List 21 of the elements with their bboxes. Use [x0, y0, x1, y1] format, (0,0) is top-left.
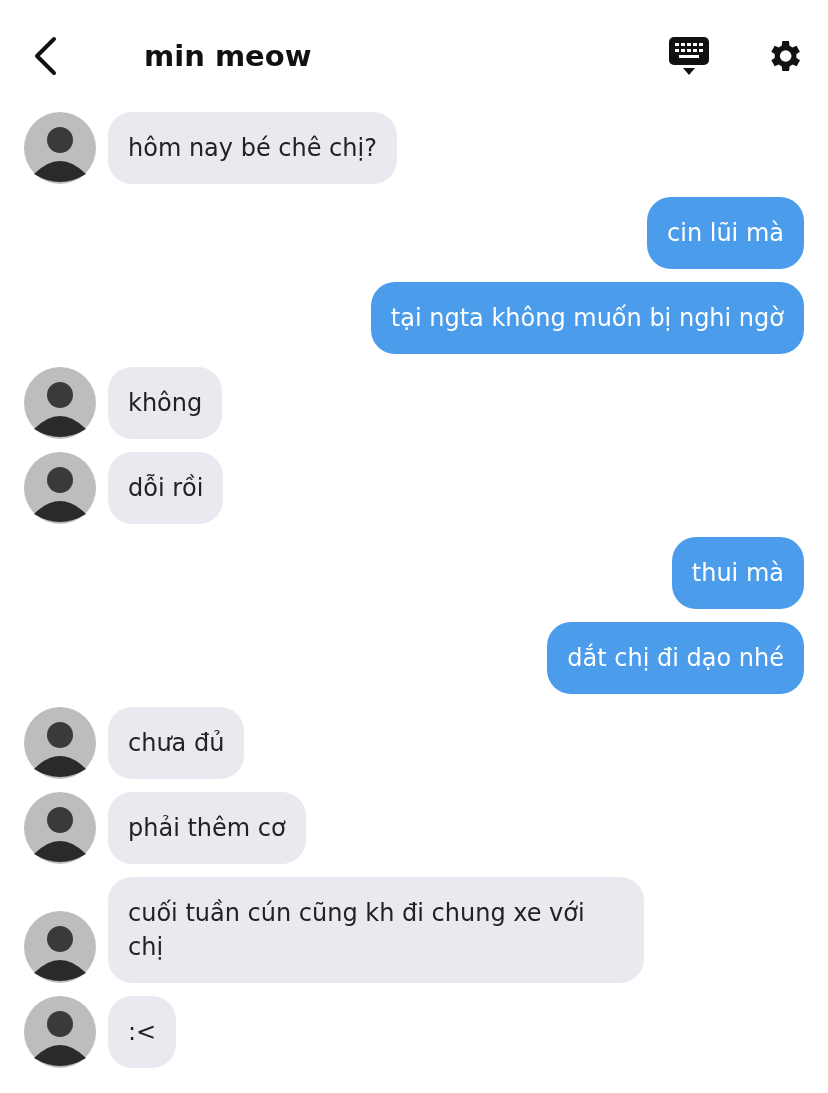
- avatar: [24, 996, 96, 1068]
- avatar: [24, 707, 96, 779]
- message-bubble: hôm nay bé chê chị?: [108, 112, 397, 184]
- message-bubble: cuối tuần cún cũng kh đi chung xe với chị: [108, 877, 644, 983]
- message-bubble: cin lũi mà: [647, 197, 804, 269]
- message-bubble: dỗi rồi: [108, 452, 224, 524]
- message-bubble: tại ngta không muốn bị nghi ngờ: [370, 282, 804, 354]
- chat-title: min meow: [144, 39, 312, 73]
- back-icon[interactable]: [32, 36, 58, 76]
- avatar: [24, 452, 96, 524]
- keyboard-icon[interactable]: [668, 36, 710, 76]
- message-bubble: chưa đủ: [108, 707, 245, 779]
- message-bubble: không: [108, 367, 223, 439]
- message-bubble: thui mà: [671, 537, 804, 609]
- avatar: [24, 792, 96, 864]
- avatar: [24, 911, 96, 983]
- message-bubble: :<: [108, 996, 177, 1068]
- message-bubble: phải thêm cơ: [108, 792, 306, 864]
- avatar: [24, 367, 96, 439]
- avatar: [24, 112, 96, 184]
- message-bubble: dắt chị đi dạo nhé: [547, 622, 804, 694]
